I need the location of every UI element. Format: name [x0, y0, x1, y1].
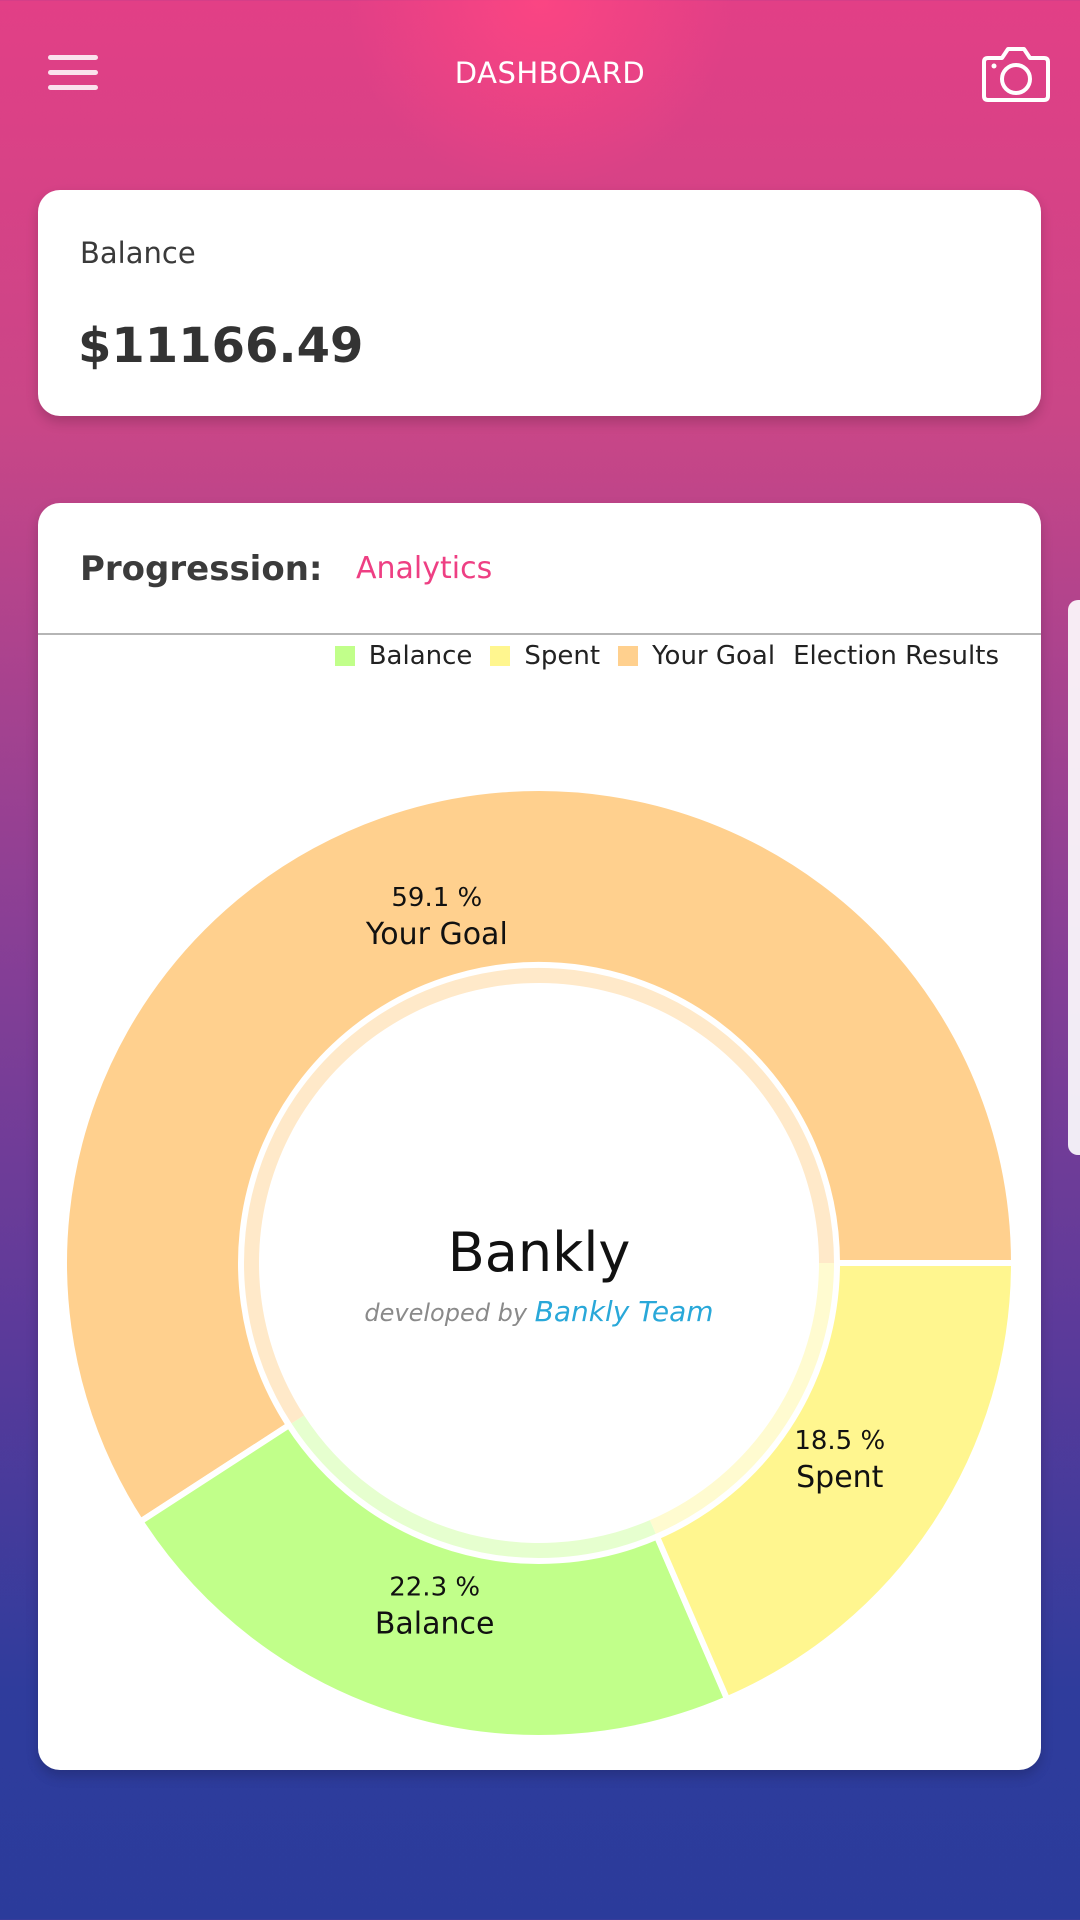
progression-card: Progression: Analytics Balance Spent You… [38, 503, 1041, 1770]
app-header: DASHBOARD [0, 0, 1080, 150]
slice-percent-your-goal: 59.1 % [391, 883, 482, 913]
side-drawer-handle[interactable] [1068, 600, 1080, 1155]
center-subtitle: developed by Bankly Team [364, 1295, 713, 1328]
slice-percent-balance: 22.3 % [389, 1573, 480, 1603]
donut-chart: 59.1 % Your Goal 22.3 % Balance 18.5 % Spent B… [61, 785, 1018, 1741]
center-title: Bankly [448, 1221, 631, 1284]
slice-percent-spent: 18.5 % [794, 1426, 885, 1456]
slice-name-your-goal: Your Goal [365, 917, 508, 952]
balance-card: Balance $11166.49 [38, 190, 1041, 416]
slice-name-balance: Balance [375, 1607, 495, 1642]
slice-name-spent: Spent [796, 1460, 884, 1495]
balance-label: Balance [80, 236, 196, 270]
balance-value: $11166.49 [78, 318, 364, 374]
page-title: DASHBOARD [454, 56, 646, 90]
camera-icon[interactable] [982, 44, 1050, 102]
